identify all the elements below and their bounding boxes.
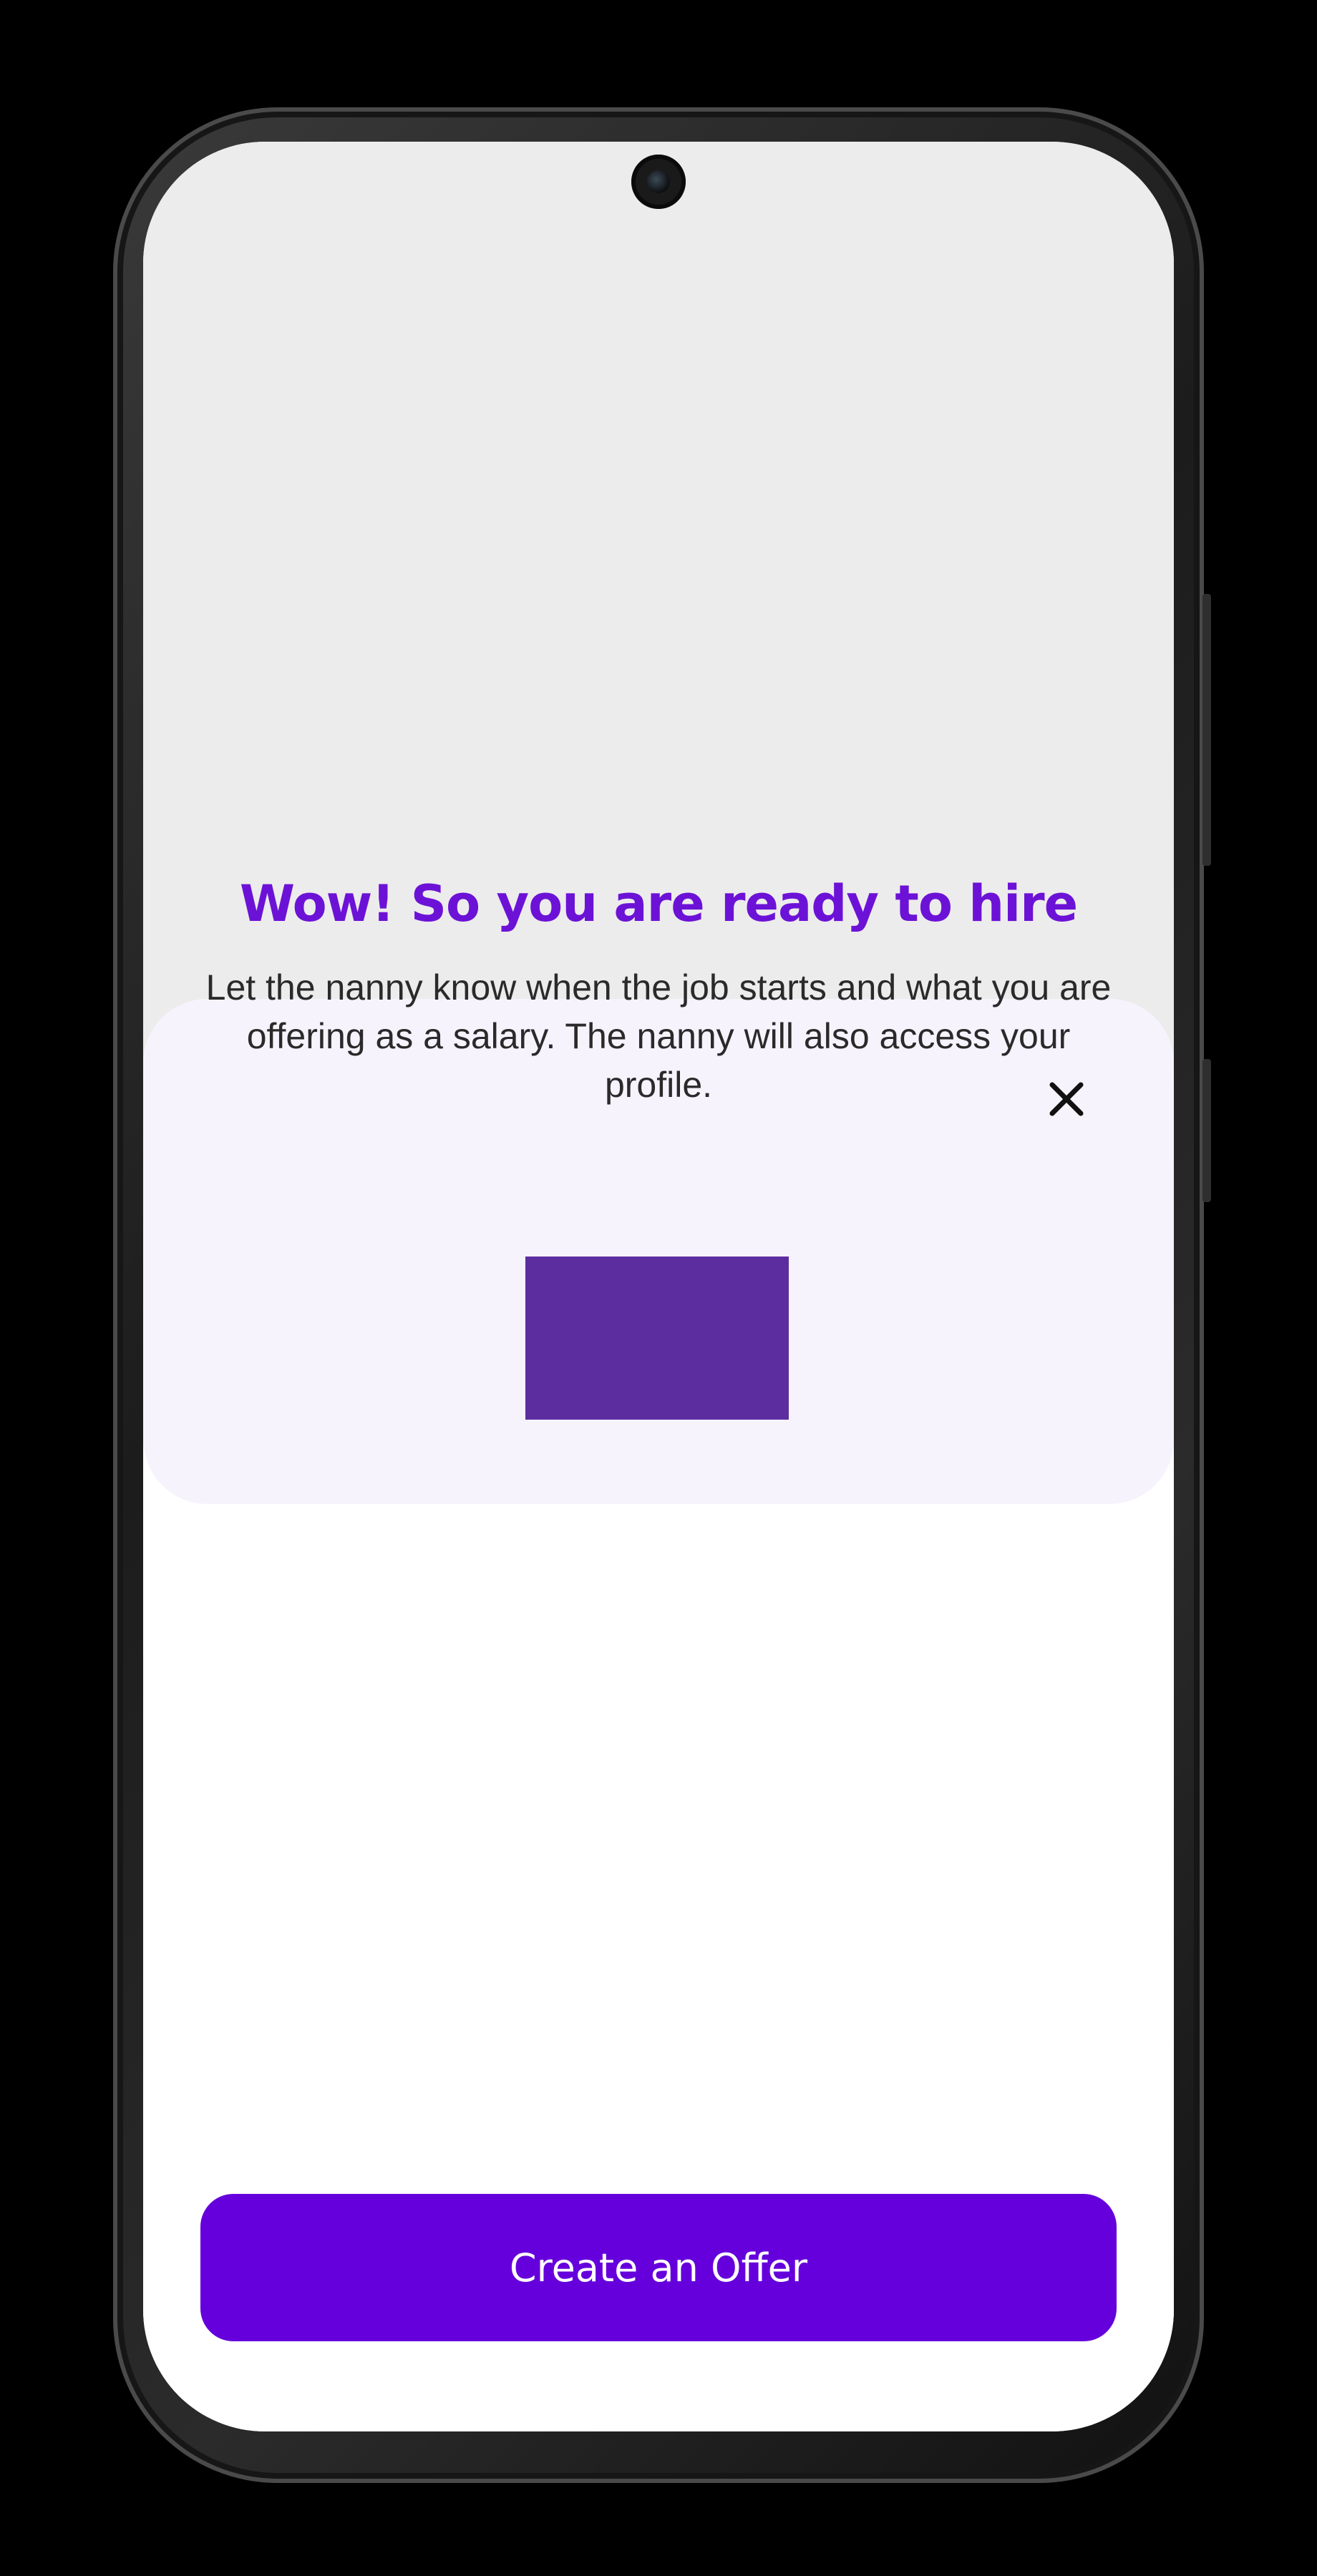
- sheet-description: Let the nanny know when the job starts a…: [205, 967, 1112, 1105]
- front-camera: [631, 155, 686, 209]
- phone-screen: Wow! So you are ready to hire Let the na…: [143, 142, 1174, 2431]
- power-button: [1202, 1059, 1211, 1202]
- volume-button: [1202, 594, 1211, 866]
- hire-illustration: [525, 1257, 789, 1420]
- sheet-title: Wow! So you are ready to hire: [239, 874, 1078, 933]
- create-offer-button[interactable]: Create an Offer: [200, 2194, 1117, 2341]
